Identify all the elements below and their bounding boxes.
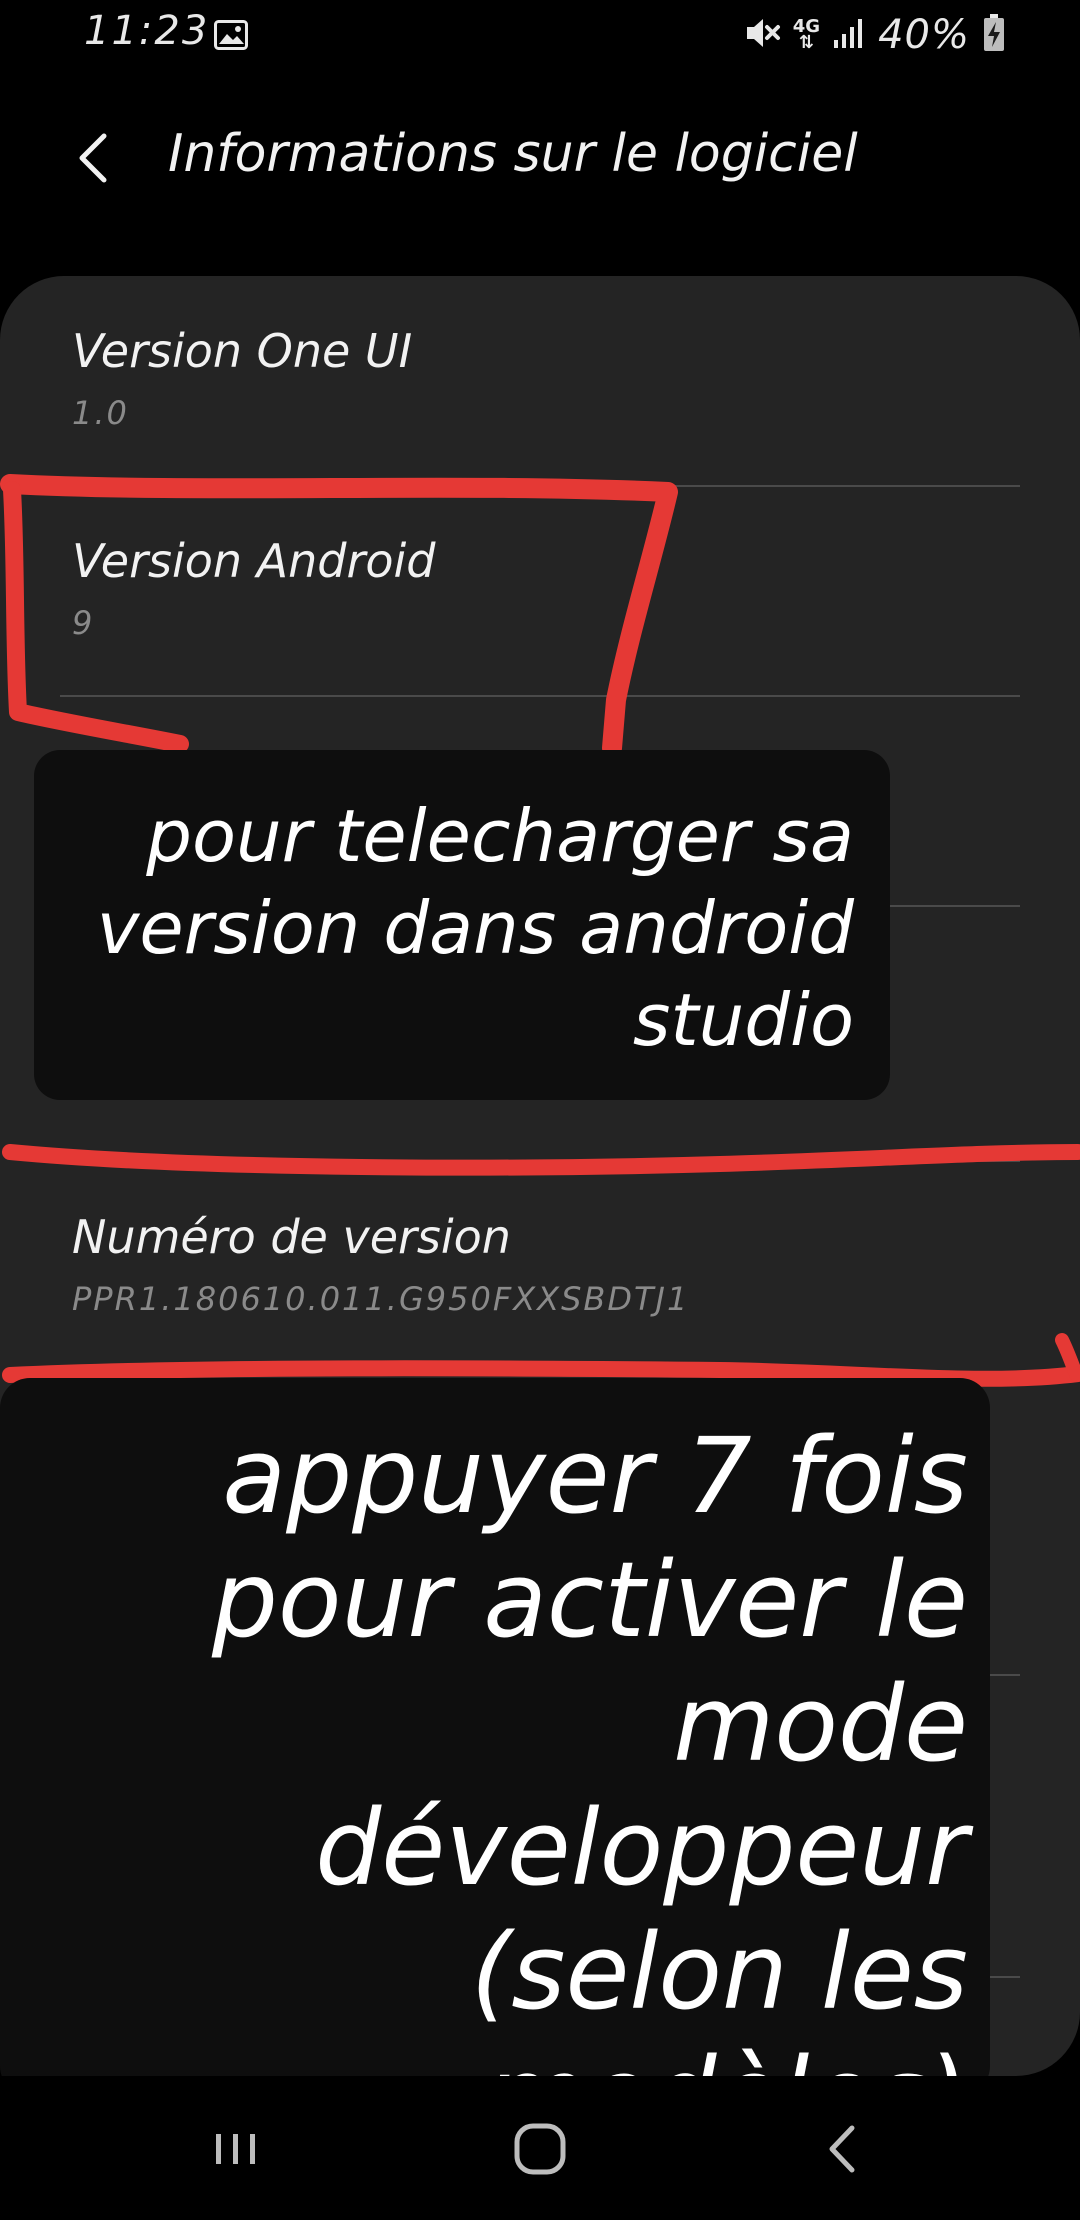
page-title: Informations sur le logiciel [168, 124, 858, 184]
row-title: Version Android [72, 534, 436, 588]
navigation-bar [0, 2076, 1080, 2220]
row-build-number[interactable]: Numéro de version PPR1.180610.011.G950FX… [0, 1162, 1080, 1372]
annotation-developer-mode: appuyer 7 fois pour activer le mode déve… [0, 1378, 990, 2157]
annotation-download-version: pour telecharger sa version dans android… [34, 750, 890, 1100]
annotation-line: appuyer 7 fois [222, 1415, 968, 1537]
annotation-line: pour telecharger sa [146, 794, 854, 878]
annotation-line: pour activer le [211, 1539, 968, 1661]
gallery-icon [214, 20, 248, 50]
annotation-line: studio [632, 978, 854, 1062]
recents-icon[interactable] [196, 2114, 276, 2184]
home-icon[interactable] [500, 2114, 580, 2184]
row-value: 1.0 [72, 394, 129, 432]
network-type: 4G ⇅ [793, 18, 820, 53]
row-one-ui-version[interactable]: Version One UI 1.0 [0, 276, 1080, 486]
annotation-line: mode développeur [315, 1663, 968, 1909]
signal-icon [832, 16, 866, 54]
app-bar: Informations sur le logiciel [0, 100, 1080, 220]
battery-percentage: 40% [878, 12, 970, 58]
row-android-version[interactable]: Version Android 9 [0, 486, 1080, 696]
back-arrow-icon[interactable] [70, 128, 122, 188]
status-icons: 4G ⇅ 40% [743, 10, 1006, 60]
annotation-line: version dans android [96, 886, 854, 970]
mute-icon [743, 15, 781, 55]
row-title: Numéro de version [72, 1210, 511, 1264]
status-time: 11:23 [84, 8, 210, 54]
annotation-line: (selon les [470, 1911, 968, 2033]
screen: 11:23 4G ⇅ 40% Informations sur le logic… [0, 0, 1080, 2220]
data-arrows-icon: ⇅ [798, 32, 814, 53]
status-bar: 11:23 4G ⇅ 40% [0, 0, 1080, 72]
row-title: Version One UI [72, 324, 413, 378]
row-value: PPR1.180610.011.G950FXXSBDTJ1 [72, 1280, 690, 1318]
row-value: 9 [72, 604, 95, 642]
battery-charging-icon [982, 13, 1006, 57]
back-icon[interactable] [804, 2114, 884, 2184]
divider [60, 1372, 1020, 1374]
